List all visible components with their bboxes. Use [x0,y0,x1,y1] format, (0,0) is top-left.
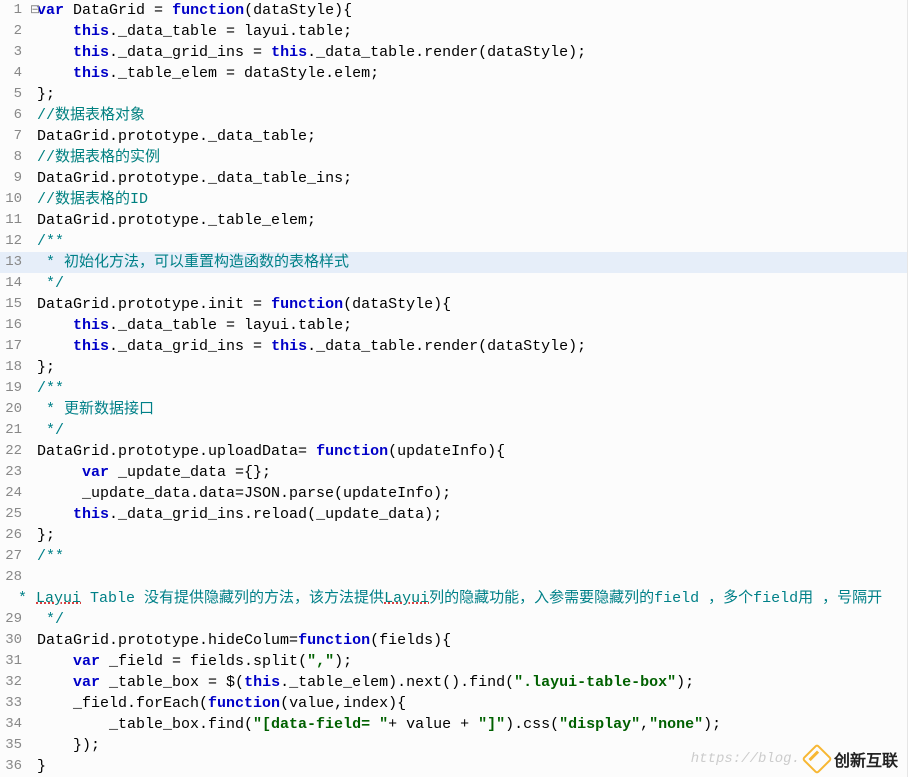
line-number: 33 [0,693,28,714]
line-number: 35 [0,735,28,756]
comment: //数据表格的实例 [37,149,160,166]
line-number: 16 [0,315,28,336]
line-number: 6 [0,105,28,126]
line-number: 28 [0,567,28,588]
watermark-url: https://blog. [691,751,800,767]
line-number: 30 [0,630,28,651]
line-number: 21 [0,420,28,441]
highlighted-line: 13 * 初始化方法，可以重置构造函数的表格样式 [0,252,908,273]
line-number: 31 [0,651,28,672]
brand-text: 创新互联 [834,747,898,771]
line-number: 12 [0,231,28,252]
line-number: 14 [0,273,28,294]
logo-icon [801,743,832,774]
line-number: 3 [0,42,28,63]
line-number: 9 [0,168,28,189]
line-number: 1 [0,0,28,21]
line-number: 23 [0,462,28,483]
line-number: 32 [0,672,28,693]
line-number: 17 [0,336,28,357]
line-number: 8 [0,147,28,168]
code-editor[interactable]: 1⊟ var DataGrid = function(dataStyle){ 2… [0,0,908,777]
line-number: 13 [0,252,28,273]
watermark: https://blog. 创新互联 [691,747,898,771]
comment: //数据表格的ID [37,191,148,208]
doc-comment: /** [37,548,64,565]
line-number: 24 [0,483,28,504]
line-number: 36 [0,756,28,777]
line-number: 22 [0,441,28,462]
line-number: 5 [0,84,28,105]
line-number: 20 [0,399,28,420]
line-number: 19 [0,378,28,399]
doc-comment: /** [37,233,64,250]
doc-comment: /** [37,380,64,397]
line-number: 29 [0,609,28,630]
line-number: 4 [0,63,28,84]
line-number: 18 [0,357,28,378]
line-number: 2 [0,21,28,42]
line-number: 10 [0,189,28,210]
line-number: 25 [0,504,28,525]
fold-icon[interactable]: ⊟ [30,0,40,21]
line-number: 27 [0,546,28,567]
line-number: 34 [0,714,28,735]
line-number: 7 [0,126,28,147]
line-number: 15 [0,294,28,315]
comment: //数据表格对象 [37,107,145,124]
line-number: 11 [0,210,28,231]
line-number: 26 [0,525,28,546]
